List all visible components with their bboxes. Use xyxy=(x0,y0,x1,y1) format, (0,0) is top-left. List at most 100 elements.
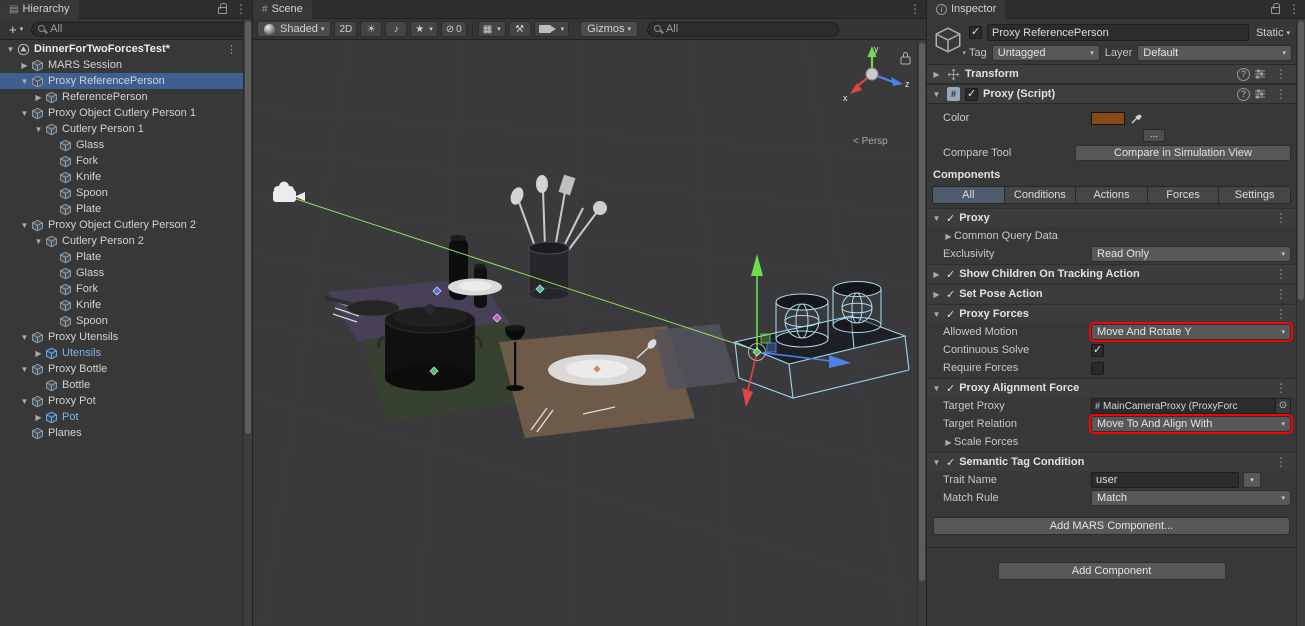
fold-arrow[interactable]: ▼ xyxy=(4,45,17,54)
menu-icon[interactable]: ⋮ xyxy=(1270,287,1292,301)
enabled-checkmark[interactable]: ✓ xyxy=(946,288,955,301)
components-tab-conditions[interactable]: Conditions xyxy=(1005,186,1077,204)
color-swatch[interactable] xyxy=(1091,112,1125,125)
trait-name-dropdown-button[interactable]: ▾ xyxy=(1243,472,1261,488)
section-header-proxy[interactable]: ▼✓Proxy⋮ xyxy=(927,208,1296,227)
tag-dropdown[interactable]: Untagged▾ xyxy=(992,45,1100,61)
trait-name-input[interactable] xyxy=(1091,472,1239,488)
object-picker-icon[interactable]: ⊙ xyxy=(1275,399,1290,413)
menu-icon[interactable]: ⋮ xyxy=(904,2,926,16)
fold-arrow[interactable]: ▼ xyxy=(931,310,942,319)
hierarchy-item-referenceperson[interactable]: ▶ReferencePerson xyxy=(0,89,243,105)
fold-arrow[interactable]: ▶ xyxy=(931,270,942,279)
section-header-set-pose-action[interactable]: ▶✓Set Pose Action⋮ xyxy=(927,284,1296,303)
lighting-toggle[interactable]: ☀ xyxy=(360,21,382,37)
allowed-motion-dropdown[interactable]: Move And Rotate Y▾ xyxy=(1091,324,1291,340)
exclusivity-dropdown[interactable]: Read Only▾ xyxy=(1091,246,1291,262)
hierarchy-item-plate[interactable]: Plate xyxy=(0,249,243,265)
hierarchy-item-dinnerfortwoforcestest[interactable]: ▼DinnerForTwoForcesTest*⋮ xyxy=(0,41,243,57)
menu-icon[interactable]: ⋮ xyxy=(1270,455,1292,469)
fold-arrow[interactable]: ▶ xyxy=(32,349,45,358)
hierarchy-item-plate[interactable]: Plate xyxy=(0,201,243,217)
compare-in-simulation-view-button[interactable]: Compare in Simulation View xyxy=(1075,145,1291,161)
hierarchy-item-bottle[interactable]: Bottle xyxy=(0,377,243,393)
hierarchy-item-proxy-referenceperson[interactable]: ▼Proxy ReferencePerson xyxy=(0,73,243,89)
fold-arrow[interactable]: ▶ xyxy=(18,61,31,70)
fold-arrow[interactable]: ▼ xyxy=(931,384,942,393)
transform-component-header[interactable]: ▶ Transform ? ⋮ xyxy=(927,64,1296,84)
menu-icon[interactable]: ⋮ xyxy=(1270,307,1292,321)
audio-toggle[interactable]: ♪ xyxy=(385,21,407,37)
section-header-semantic-tag-condition[interactable]: ▼✓Semantic Tag Condition⋮ xyxy=(927,452,1296,471)
target-proxy-object-field[interactable]: #MainCameraProxy (ProxyForc⊙ xyxy=(1091,398,1291,414)
menu-icon[interactable]: ⋮ xyxy=(1270,87,1292,101)
hierarchy-item-pot[interactable]: ▶Pot xyxy=(0,409,243,425)
add-mars-component-button[interactable]: Add MARS Component... xyxy=(933,517,1290,535)
components-tab-forces[interactable]: Forces xyxy=(1148,186,1220,204)
menu-icon[interactable]: ⋮ xyxy=(230,2,252,16)
match-rule-dropdown[interactable]: Match▾ xyxy=(1091,490,1291,506)
enabled-checkmark[interactable]: ✓ xyxy=(946,382,955,395)
menu-icon[interactable]: ⋮ xyxy=(1270,267,1292,281)
camera-dropdown[interactable]: ▾ xyxy=(534,21,570,37)
enabled-checkmark[interactable]: ✓ xyxy=(946,308,955,321)
layer-dropdown[interactable]: Default▾ xyxy=(1137,45,1292,61)
hierarchy-item-planes[interactable]: Planes xyxy=(0,425,243,441)
foldout-common-query-data[interactable]: ▶Common Query Data xyxy=(927,227,1296,245)
fold-arrow[interactable]: ▶ xyxy=(32,413,45,422)
tab-hierarchy[interactable]: ▤ Hierarchy xyxy=(0,0,79,19)
hierarchy-item-glass[interactable]: Glass xyxy=(0,265,243,281)
fold-arrow[interactable]: ▶ xyxy=(32,93,45,102)
fold-arrow[interactable]: ▶ xyxy=(931,70,942,79)
section-header-proxy-forces[interactable]: ▼✓Proxy Forces⋮ xyxy=(927,304,1296,323)
fold-arrow[interactable]: ▼ xyxy=(18,397,31,406)
hierarchy-item-knife[interactable]: Knife xyxy=(0,297,243,313)
menu-icon[interactable]: ⋮ xyxy=(1283,2,1305,16)
hierarchy-item-mars-session[interactable]: ▶MARS Session xyxy=(0,57,243,73)
enabled-checkmark[interactable]: ✓ xyxy=(946,268,955,281)
fold-arrow[interactable]: ▼ xyxy=(18,221,31,230)
lock-icon[interactable] xyxy=(218,7,227,14)
components-tab-actions[interactable]: Actions xyxy=(1076,186,1148,204)
create-menu-button[interactable]: +▾ xyxy=(4,22,28,37)
fold-arrow[interactable]: ▼ xyxy=(18,333,31,342)
hierarchy-item-knife[interactable]: Knife xyxy=(0,169,243,185)
hierarchy-item-proxy-bottle[interactable]: ▼Proxy Bottle xyxy=(0,361,243,377)
projection-label[interactable]: < Persp xyxy=(853,136,888,147)
shading-mode-dropdown[interactable]: Shaded ▾ xyxy=(257,21,331,37)
hierarchy-item-spoon[interactable]: Spoon xyxy=(0,185,243,201)
help-icon[interactable]: ? xyxy=(1237,88,1250,101)
hierarchy-item-proxy-pot[interactable]: ▼Proxy Pot xyxy=(0,393,243,409)
gizmo-plane-handle[interactable] xyxy=(761,334,770,343)
eyedropper-icon[interactable] xyxy=(1130,112,1143,125)
tools-button[interactable]: ⚒ xyxy=(509,21,531,37)
tab-scene[interactable]: # Scene xyxy=(253,0,312,19)
hierarchy-item-cutlery-person-2[interactable]: ▼Cutlery Person 2 xyxy=(0,233,243,249)
add-component-button[interactable]: Add Component xyxy=(998,562,1226,580)
hierarchy-item-glass[interactable]: Glass xyxy=(0,137,243,153)
more-button[interactable]: ... xyxy=(1143,129,1165,142)
fold-arrow[interactable]: ▼ xyxy=(18,109,31,118)
static-dropdown[interactable]: Static▾ xyxy=(1254,27,1292,39)
enabled-checkmark[interactable]: ✓ xyxy=(946,212,955,225)
fold-arrow[interactable]: ▼ xyxy=(931,214,942,223)
effects-dropdown[interactable]: ★▾ xyxy=(410,21,437,37)
hierarchy-item-cutlery-person-1[interactable]: ▼Cutlery Person 1 xyxy=(0,121,243,137)
2d-toggle[interactable]: 2D xyxy=(334,21,357,37)
target-relation-dropdown[interactable]: Move To And Align With▾ xyxy=(1091,416,1291,432)
components-tab-settings[interactable]: Settings xyxy=(1219,186,1291,204)
require-forces-checkbox[interactable] xyxy=(1091,362,1104,375)
components-tab-all[interactable]: All xyxy=(932,186,1005,204)
presets-icon[interactable] xyxy=(1254,69,1266,79)
inspector-scrollbar[interactable] xyxy=(1296,19,1305,626)
component-enabled-checkbox[interactable] xyxy=(965,88,978,101)
scene-search-field[interactable]: All xyxy=(647,22,839,37)
grid-dropdown[interactable]: ▦▾ xyxy=(478,21,506,37)
section-header-proxy-alignment-force[interactable]: ▼✓Proxy Alignment Force⋮ xyxy=(927,378,1296,397)
hierarchy-scrollbar[interactable] xyxy=(243,19,252,626)
menu-icon[interactable]: ⋮ xyxy=(1270,211,1292,225)
fold-arrow[interactable]: ▼ xyxy=(32,237,45,246)
fold-arrow[interactable]: ▼ xyxy=(931,458,942,467)
help-icon[interactable]: ? xyxy=(1237,68,1250,81)
enabled-checkmark[interactable]: ✓ xyxy=(946,456,955,469)
